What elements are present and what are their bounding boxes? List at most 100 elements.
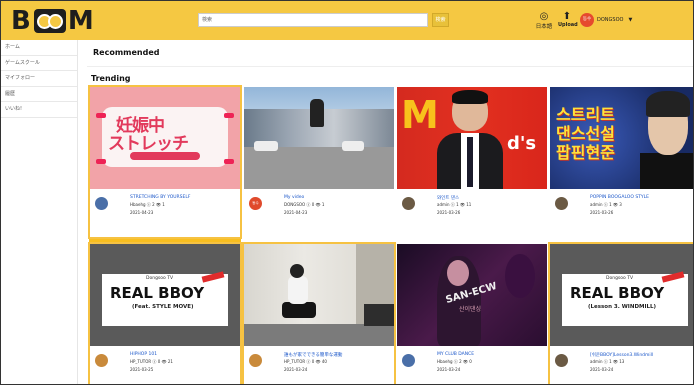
video-card[interactable]: Dongsoo TV REAL BBOY (Lesson 3. WINDMILL… xyxy=(548,242,693,384)
sidebar-item-likes[interactable]: いいね! xyxy=(1,102,77,118)
thumb-legs xyxy=(282,302,316,318)
video-meta: HIPHOP 101 HP_TUTOR ⓢ 0 👁 21 2021-03-25 xyxy=(90,346,240,384)
video-card[interactable]: 스트리트 댄스선설 팝핀현준 POPPIN BOOGALOO STYLE adm… xyxy=(550,87,693,237)
thumb-logo: M xyxy=(401,93,439,137)
video-card[interactable]: 誰もが家でできる簡単な運動 HP_TUTOR ⓢ 0 👁 40 2021-03-… xyxy=(242,242,396,384)
thumb-text: ストレッチ xyxy=(108,134,189,154)
video-date: 2021-03-24 xyxy=(284,367,308,372)
video-meta: 동수 My video DONGSOO ⓢ 0 👁 1 2021-04-23 xyxy=(244,189,394,237)
divider xyxy=(87,66,693,67)
uploader-avatar[interactable]: 동수 xyxy=(249,197,262,210)
video-thumbnail[interactable]: 스트리트 댄스선설 팝핀현준 xyxy=(550,87,693,189)
uploader-avatar[interactable] xyxy=(402,197,415,210)
video-thumbnail[interactable]: Dongsoo TV REAL BBOY (Feat. STYLE MOVE) xyxy=(90,244,240,346)
thumb-tie xyxy=(467,137,473,187)
thumb-tag xyxy=(96,113,106,118)
video-title[interactable]: 誰もが家でできる簡単な運動 xyxy=(284,352,342,358)
uploader-avatar[interactable] xyxy=(249,354,262,367)
thumb-head xyxy=(290,264,304,278)
sidebar-item-home[interactable]: ホーム xyxy=(1,40,77,56)
sidebar-item-game-school[interactable]: ゲームスクール xyxy=(1,56,77,71)
video-stats: HP_TUTOR ⓢ 0 👁 21 xyxy=(130,359,173,364)
video-stats: Hbaehg ⓢ 2 👁 0 xyxy=(437,359,472,364)
thumb-person xyxy=(310,99,324,127)
video-title[interactable]: My video xyxy=(284,195,304,200)
video-card[interactable]: M d's 와인트 댄스 admin ⓢ 1 👁 11 2021-03-26 xyxy=(397,87,547,237)
uploader-avatar[interactable] xyxy=(555,197,568,210)
thumb-car xyxy=(342,141,364,151)
thumb-text: REAL BBOY xyxy=(570,284,665,302)
uploader-avatar[interactable] xyxy=(95,354,108,367)
thumb-text: d's xyxy=(507,133,537,154)
thumb-hair xyxy=(646,91,690,117)
logo[interactable]: B M xyxy=(11,5,95,36)
user-menu[interactable]: 동수 DONGSOO ▼ xyxy=(580,13,632,27)
video-title[interactable]: POPPIN BOOGALOO STYLE xyxy=(590,195,649,200)
thumb-car xyxy=(254,141,278,151)
video-date: 2021-03-24 xyxy=(590,367,614,372)
logo-letter-b: B xyxy=(11,5,32,36)
user-avatar: 동수 xyxy=(580,13,594,27)
thumb-text: 산이댄싱 xyxy=(459,306,482,313)
video-stats: HP_TUTOR ⓢ 0 👁 40 xyxy=(284,359,327,364)
video-stats: admin ⓢ 1 👁 3 xyxy=(590,202,622,207)
language-selector[interactable]: ◎ 日本語 xyxy=(534,11,554,33)
camera-logo-icon xyxy=(33,8,66,33)
video-meta: 誰もが家でできる簡単な運動 HP_TUTOR ⓢ 0 👁 40 2021-03-… xyxy=(244,346,394,384)
thumb-ribbon xyxy=(130,152,200,160)
video-card[interactable]: SAN-ECW 산이댄싱 MY CLUB DANCE Hbaehg ⓢ 2 👁 … xyxy=(397,244,547,384)
video-thumbnail[interactable]: 妊娠中 ストレッチ xyxy=(90,87,240,189)
uploader-avatar[interactable] xyxy=(555,354,568,367)
video-thumbnail[interactable]: M d's xyxy=(397,87,547,189)
video-title[interactable]: HIPHOP 101 xyxy=(130,352,157,357)
video-meta: MY CLUB DANCE Hbaehg ⓢ 2 👁 0 2021-03-24 xyxy=(397,346,547,384)
search-button[interactable]: 検索 xyxy=(432,13,449,27)
video-stats: Hbaehg ⓢ 2 👁 1 xyxy=(130,202,165,207)
thumb-text-line: 스트리트 xyxy=(556,105,615,124)
thumb-body xyxy=(288,276,308,304)
top-header: B M 検索 検索 ◎ 日本語 ⬆ Upload 동수 DONGSOO ▼ xyxy=(1,1,693,40)
video-title[interactable]: MY CLUB DANCE xyxy=(437,352,474,357)
thumb-text-line: 댄스선설 xyxy=(556,124,615,143)
video-thumbnail[interactable]: Dongsoo TV REAL BBOY (Lesson 3. WINDMILL… xyxy=(550,244,693,346)
video-date: 2021-03-26 xyxy=(437,210,461,215)
video-thumbnail[interactable] xyxy=(244,244,394,346)
video-stats: admin ⓢ 1 👁 11 xyxy=(437,202,472,207)
search-input[interactable]: 検索 xyxy=(198,13,428,27)
video-stats: admin ⓢ 1 👁 13 xyxy=(590,359,625,364)
thumb-floor xyxy=(244,324,394,346)
sidebar-item-history[interactable]: 履歴 xyxy=(1,87,77,102)
section-title-trending: Trending xyxy=(91,74,131,83)
thumb-table xyxy=(364,304,394,326)
thumb-road xyxy=(244,147,394,189)
thumb-face xyxy=(447,260,469,286)
video-card[interactable]: 妊娠中 ストレッチ STRETCHING BY YOURSELF Hbaehg … xyxy=(88,85,242,239)
uploader-avatar[interactable] xyxy=(95,197,108,210)
thumb-tag xyxy=(224,113,234,118)
video-title[interactable]: 와인트 댄스 xyxy=(437,195,459,201)
video-meta: [쉬운BBOY]Lesson3.Windmill admin ⓢ 1 👁 13 … xyxy=(550,346,693,384)
thumb-text-line: 팝핀현준 xyxy=(556,143,615,162)
video-title[interactable]: STRETCHING BY YOURSELF xyxy=(130,195,190,200)
thumb-text: (Feat. STYLE MOVE) xyxy=(132,304,194,310)
video-card[interactable]: 동수 My video DONGSOO ⓢ 0 👁 1 2021-04-23 xyxy=(244,87,394,237)
language-label: 日本語 xyxy=(535,24,553,30)
sidebar-item-my-follow[interactable]: マイフォロー xyxy=(1,71,77,87)
video-thumbnail[interactable]: SAN-ECW 산이댄싱 xyxy=(397,244,547,346)
video-date: 2021-03-25 xyxy=(130,367,154,372)
thumb-text: (Lesson 3. WINDMILL) xyxy=(588,304,657,310)
upload-label: Upload xyxy=(558,22,578,28)
thumb-text: 스트리트 댄스선설 팝핀현준 xyxy=(556,105,615,162)
thumb-hair xyxy=(452,90,488,104)
upload-button[interactable]: ⬆ Upload xyxy=(558,11,578,33)
thumb-jacket xyxy=(640,153,693,189)
video-thumbnail[interactable] xyxy=(244,87,394,189)
chevron-down-icon: ▼ xyxy=(628,17,633,23)
upload-icon: ⬆ xyxy=(562,11,572,22)
video-card[interactable]: Dongsoo TV REAL BBOY (Feat. STYLE MOVE) … xyxy=(88,242,242,384)
thumb-text: Dongsoo TV xyxy=(606,276,634,281)
thumb-tag xyxy=(224,159,234,164)
video-title[interactable]: [쉬운BBOY]Lesson3.Windmill xyxy=(590,352,653,358)
logo-letter-m: M xyxy=(67,5,95,36)
uploader-avatar[interactable] xyxy=(402,354,415,367)
